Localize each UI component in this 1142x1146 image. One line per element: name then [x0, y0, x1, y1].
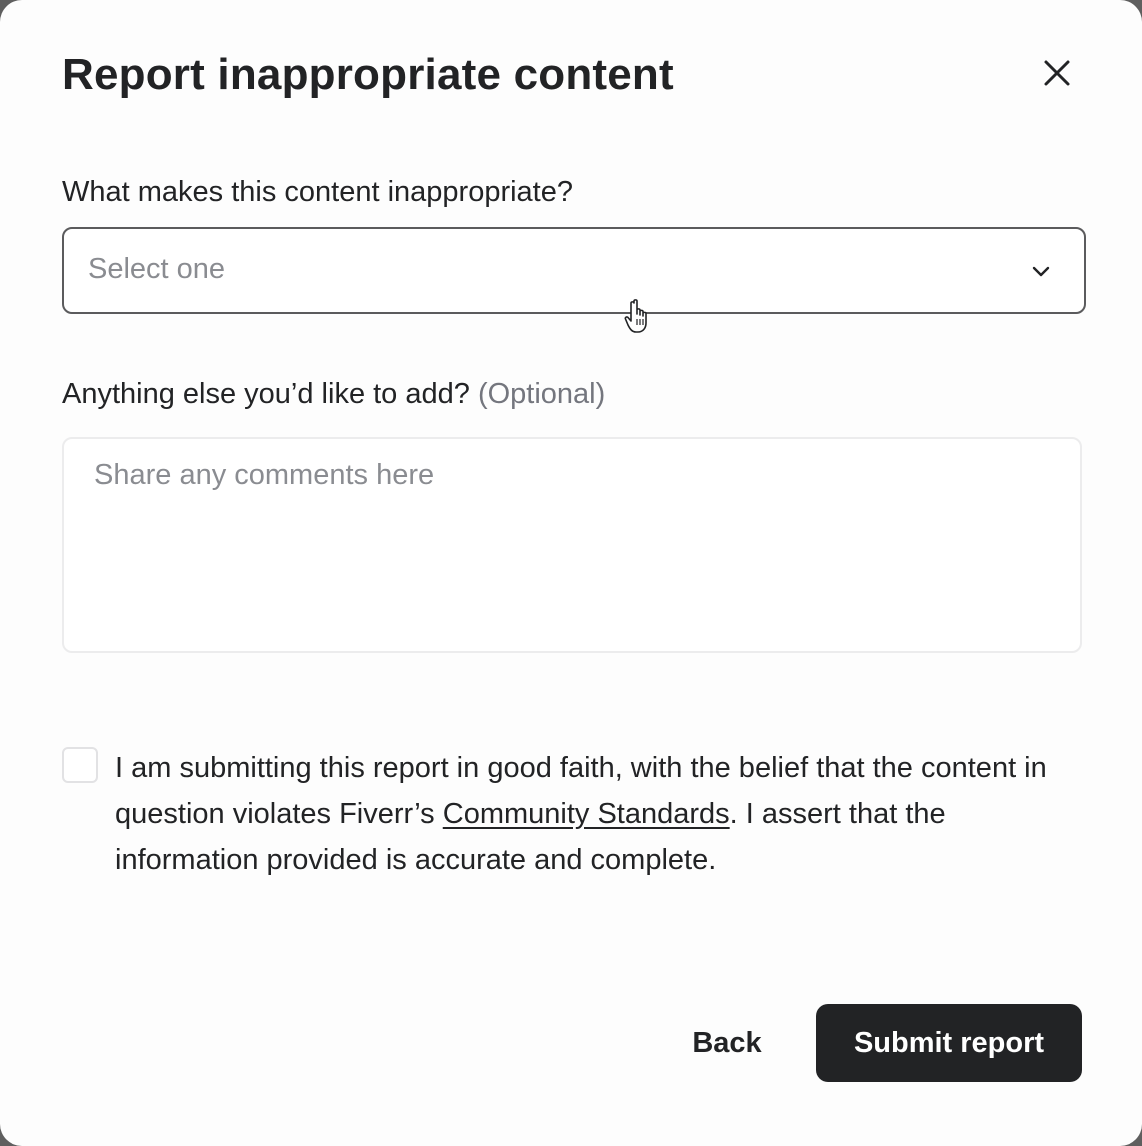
reason-label: What makes this content inappropriate?	[62, 176, 573, 208]
submit-report-button[interactable]: Submit report	[816, 1004, 1082, 1082]
chevron-down-icon	[1032, 266, 1050, 277]
reason-select-placeholder: Select one	[88, 253, 226, 285]
comments-label: Anything else you’d like to add? (Option…	[62, 378, 605, 411]
consent-checkbox[interactable]	[62, 747, 98, 783]
close-button[interactable]	[1034, 50, 1080, 96]
comments-label-text: Anything else you’d like to add?	[62, 378, 470, 410]
optional-tag: (Optional)	[477, 378, 606, 410]
community-standards-link[interactable]: Community Standards	[443, 798, 730, 830]
report-dialog: Report inappropriate content What makes …	[0, 0, 1142, 1146]
close-icon	[1044, 60, 1070, 86]
comments-textarea[interactable]	[62, 437, 1082, 653]
back-button[interactable]: Back	[672, 1004, 782, 1082]
reason-select[interactable]: Select one	[62, 227, 1086, 314]
consent-statement: I am submitting this report in good fait…	[115, 745, 1055, 883]
dialog-title: Report inappropriate content	[62, 50, 674, 99]
